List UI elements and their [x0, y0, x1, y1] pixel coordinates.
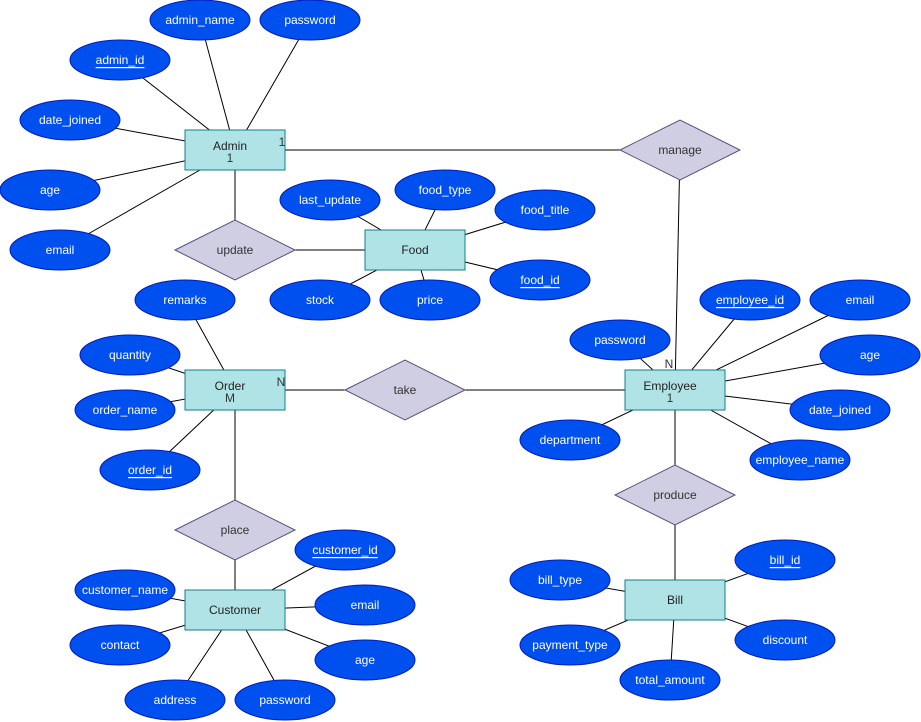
attribute-email[interactable]: email [314, 584, 416, 626]
entity-customer[interactable]: Customer [184, 589, 286, 631]
attribute-label: email [351, 598, 380, 612]
attribute-employee-name[interactable]: employee_name [749, 439, 851, 481]
relationship-label: take [394, 383, 417, 397]
attribute-department[interactable]: department [519, 419, 621, 461]
attribute-label: department [540, 433, 601, 447]
attribute-bill-id[interactable]: bill_id [734, 539, 836, 581]
relationship-label: manage [658, 143, 702, 157]
attribute-label: stock [306, 293, 335, 307]
cardinality-label: 1 [279, 135, 286, 149]
attribute-label: email [846, 293, 875, 307]
attribute-food-title[interactable]: food_title [494, 189, 596, 231]
attribute-label: age [860, 348, 880, 362]
attribute-label: password [284, 13, 335, 27]
attribute-order-name[interactable]: order_name [74, 389, 176, 431]
attribute-label: admin_id [96, 53, 145, 67]
attribute-food-type[interactable]: food_type [394, 169, 496, 211]
er-diagram: admin_name password admin_id date_joined age… [0, 0, 921, 722]
attribute-label: price [417, 293, 443, 307]
cardinality-label: N [665, 357, 674, 371]
attribute-label: age [40, 183, 60, 197]
attribute-order-id[interactable]: order_id [99, 449, 201, 491]
attribute-label: bill_type [538, 573, 582, 587]
entity-food[interactable]: Food [364, 229, 466, 271]
attribute-total-amount[interactable]: total_amount [619, 659, 721, 701]
relationship-label: produce [653, 488, 697, 502]
relationship-take[interactable]: take [343, 359, 467, 421]
attribute-label: customer_name [82, 583, 168, 597]
attribute-label: employee_id [716, 293, 784, 307]
attribute-password[interactable]: password [259, 0, 361, 41]
attribute-payment-type[interactable]: payment_type [519, 624, 621, 666]
entity-employee[interactable]: Employee1 [624, 369, 726, 411]
attribute-food-id[interactable]: food_id [489, 259, 591, 301]
attribute-email[interactable]: email [809, 279, 911, 321]
attribute-date-joined[interactable]: date_joined [789, 389, 891, 431]
attribute-label: admin_name [165, 13, 235, 27]
relationship-update[interactable]: update [173, 219, 297, 281]
attribute-label: password [259, 693, 310, 707]
attribute-label: date_joined [39, 113, 101, 127]
entity-cardinality: 1 [667, 391, 674, 405]
attribute-password[interactable]: password [234, 679, 336, 721]
attribute-price[interactable]: price [379, 279, 481, 321]
attribute-customer-id[interactable]: customer_id [294, 529, 396, 571]
attribute-contact[interactable]: contact [69, 624, 171, 666]
attribute-label: remarks [163, 293, 206, 307]
relationship-label: place [221, 523, 250, 537]
entity-label: Food [401, 243, 428, 257]
relationship-label: update [217, 243, 254, 257]
attribute-label: order_name [93, 403, 158, 417]
attribute-label: food_id [520, 273, 559, 287]
attribute-label: bill_id [770, 553, 801, 567]
relationship-manage[interactable]: manage [618, 119, 742, 181]
attribute-remarks[interactable]: remarks [134, 279, 236, 321]
attribute-label: quantity [109, 348, 151, 362]
entity-bill[interactable]: Bill [624, 579, 726, 621]
attribute-date-joined[interactable]: date_joined [19, 99, 121, 141]
attribute-discount[interactable]: discount [734, 619, 836, 661]
attribute-label: payment_type [532, 638, 608, 652]
attribute-label: age [355, 653, 375, 667]
entity-cardinality: 1 [227, 151, 234, 165]
entity-admin[interactable]: Admin1 [184, 129, 286, 171]
attribute-label: address [154, 693, 197, 707]
relationship-produce[interactable]: produce [613, 464, 737, 526]
attribute-label: email [46, 243, 75, 257]
entity-label: Bill [667, 593, 683, 607]
attribute-label: contact [101, 638, 140, 652]
attribute-age[interactable]: age [0, 169, 101, 211]
er-diagram-canvas: admin_name passwordadmin_iddate_joinedage… [0, 0, 921, 721]
entity-cardinality: M [225, 391, 235, 405]
attribute-label: date_joined [809, 403, 871, 417]
attribute-label: order_id [128, 463, 172, 477]
attribute-customer-name[interactable]: customer_name [74, 569, 176, 611]
attribute-quantity[interactable]: quantity [79, 334, 181, 376]
attribute-label: total_amount [635, 673, 705, 687]
relationship-connector [674, 149, 681, 391]
attribute-label: last_update [299, 193, 361, 207]
attribute-age[interactable]: age [819, 334, 921, 376]
attribute-label: customer_id [312, 543, 377, 557]
entity-order[interactable]: OrderM [184, 369, 286, 411]
attribute-email[interactable]: email [9, 229, 111, 271]
attribute-password[interactable]: password [569, 319, 671, 361]
relationship-place[interactable]: place [173, 499, 297, 561]
attribute-bill-type[interactable]: bill_type [509, 559, 611, 601]
cardinality-label: N [277, 375, 286, 389]
attribute-label: food_type [419, 183, 472, 197]
attribute-age[interactable]: age [314, 639, 416, 681]
attribute-label: employee_name [756, 453, 845, 467]
attribute-employee-id[interactable]: employee_id [699, 279, 801, 321]
attribute-address[interactable]: address [124, 679, 226, 721]
entity-label: Customer [209, 603, 261, 617]
attribute-stock[interactable]: stock [269, 279, 371, 321]
attribute-admin-name[interactable]: admin_name [149, 0, 251, 41]
attribute-label: food_title [521, 203, 570, 217]
attribute-admin-id[interactable]: admin_id [69, 39, 171, 81]
attribute-label: password [594, 333, 645, 347]
attribute-last-update[interactable]: last_update [279, 179, 381, 221]
attribute-label: discount [763, 633, 808, 647]
